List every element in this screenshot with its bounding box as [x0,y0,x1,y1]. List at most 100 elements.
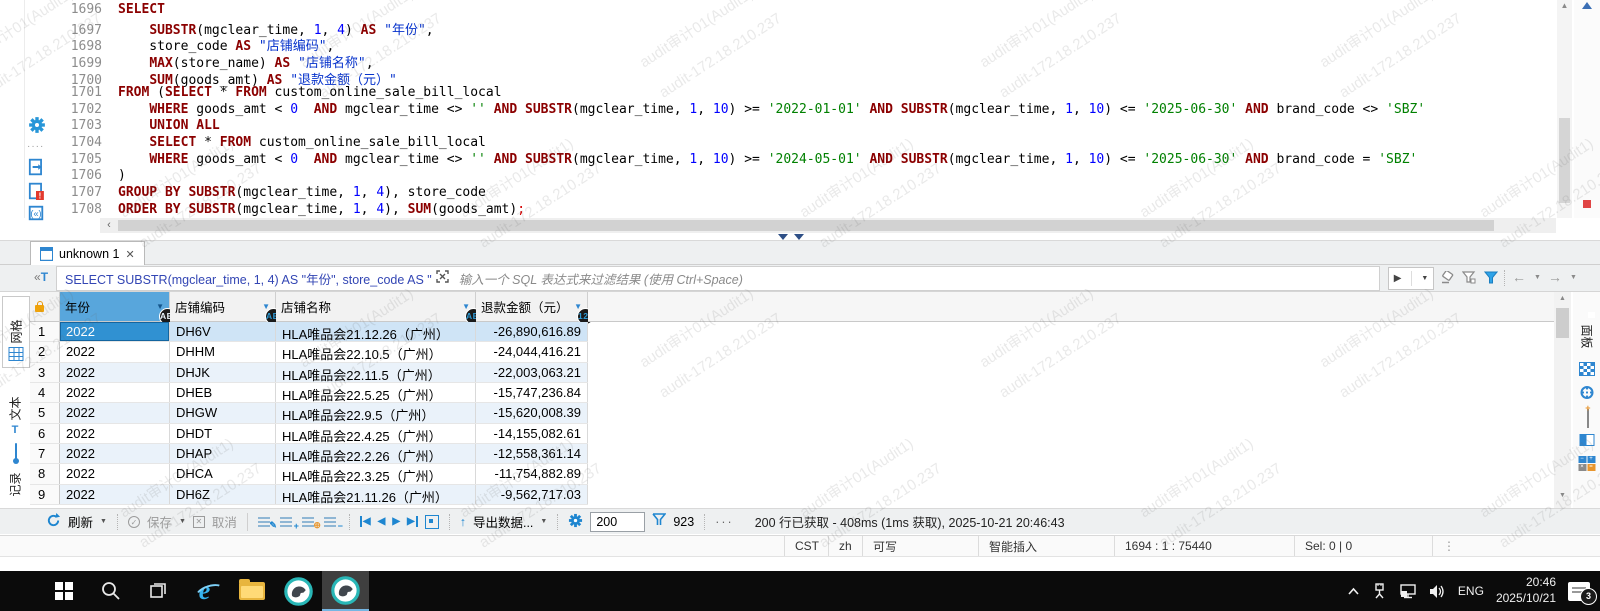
apply-filter-button[interactable]: ▶ ▼ [1388,267,1434,290]
table-cell[interactable]: DHCA [170,464,276,483]
first-row-icon[interactable]: ◀ [360,516,371,527]
erase-filter-icon[interactable] [1440,271,1455,289]
table-row[interactable]: 42022DHEBHLA唯品会22.5.25（广州）-15,747,236.84 [30,383,588,403]
clear-filter-icon[interactable] [1462,271,1477,289]
table-cell[interactable]: HLA唯品会22.5.25（广州） [276,383,476,402]
more-icon[interactable]: ··· [715,515,734,529]
edit-value-icon[interactable]: ✎ [258,516,273,528]
scroll-up-icon[interactable]: ▲ [1554,295,1571,302]
grid-vertical-scrollbar[interactable]: ▲ ▼ [1554,292,1571,508]
table-row[interactable]: 62022DHDTHLA唯品会22.4.25（广州）-14,155,082.61 [30,424,588,444]
export-data-button[interactable]: 导出数据... [473,512,533,531]
code-line[interactable]: 1705 WHERE goods_amt < 0 AND mgclear_tim… [56,152,1425,169]
fetch-size-input[interactable]: 200 [590,512,645,532]
chevron-down-icon[interactable]: ▼ [179,518,186,525]
expand-icon[interactable] [436,270,449,288]
table-cell[interactable]: HLA唯品会21.11.26（广州） [276,485,476,504]
table-cell[interactable]: DHDT [170,424,276,443]
scroll-down-icon[interactable]: ▼ [1554,492,1571,499]
aggregate-icons[interactable]: − + × = [1578,456,1595,471]
value-viewer-icon[interactable] [1579,362,1595,376]
close-icon[interactable]: × [1578,464,1586,471]
column-header-year[interactable]: ABC 年份 ▼ [60,292,170,322]
table-cell[interactable]: DH6V [170,322,276,341]
editor-vertical-scrollbar[interactable]: ▲ [1557,0,1572,218]
metadata-icon[interactable] [1580,386,1593,399]
table-cell[interactable]: HLA唯品会22.4.25（广州） [276,424,476,443]
table-cell[interactable]: HLA唯品会21.12.26（广州） [276,322,476,341]
table-cell[interactable]: 2022 [60,322,170,341]
table-row[interactable]: 12022DH6VHLA唯品会21.12.26（广州）-26,890,616.8… [30,322,588,342]
script-output-icon[interactable] [28,158,46,176]
file-explorer-button[interactable] [228,571,275,611]
editor-horizontal-scrollbar[interactable]: ‹ [100,218,1556,233]
code-line[interactable]: 1707GROUP BY SUBSTR(mgclear_time, 1, 4),… [56,185,1425,202]
table-cell[interactable]: 2022 [60,424,170,443]
fetch-page-icon[interactable] [425,515,439,529]
table-cell[interactable]: -22,003,063.21 [476,363,588,382]
table-row[interactable]: 72022DHAPHLA唯品会22.2.26（广州）-12,558,361.14 [30,444,588,464]
table-cell[interactable]: HLA唯品会22.11.5（广州） [276,363,476,382]
table-cell[interactable]: -24,044,416.21 [476,342,588,361]
start-button[interactable] [40,571,87,611]
table-cell[interactable]: -26,890,616.89 [476,322,588,341]
table-cell[interactable]: HLA唯品会22.10.5（广州） [276,342,476,361]
close-icon[interactable]: ✕ [125,248,134,261]
table-cell[interactable]: DHJK [170,363,276,382]
internet-explorer-button[interactable]: e [181,571,228,611]
editor-results-splitter[interactable] [0,233,1600,240]
table-cell[interactable]: DHAP [170,444,276,463]
taskbar-clock[interactable]: 20:46 2025/10/21 [1496,575,1556,606]
table-row[interactable]: 22022DHHMHLA唯品会22.10.5（广州）-24,044,416.21 [30,342,588,362]
settings-gear-icon[interactable] [568,513,583,531]
row-number[interactable]: 4 [30,383,60,402]
code-line[interactable]: 1699 MAX(store_name) AS "店铺名称", [56,52,1425,69]
table-cell[interactable]: -14,155,082.61 [476,424,588,443]
filter-icon[interactable] [1484,271,1498,289]
table-cell[interactable]: 2022 [60,342,170,361]
play-icon[interactable]: ▶ [1394,273,1402,284]
code-line[interactable]: 1706) [56,168,1425,185]
table-cell[interactable]: DHHM [170,342,276,361]
table-cell[interactable]: -15,620,008.39 [476,403,588,422]
tab-unknown-1[interactable]: unknown 1 ✕ [30,241,145,266]
row-number[interactable]: 9 [30,485,60,504]
table-cell[interactable]: 2022 [60,403,170,422]
table-cell[interactable]: 2022 [60,464,170,483]
table-row[interactable]: 52022DHGWHLA唯品会22.9.5（广州）-15,620,008.39 [30,403,588,423]
timezone-indicator[interactable]: CST [784,536,828,556]
column-header-refund-amount[interactable]: 123 退款金额（元） ▼ [476,292,588,322]
table-cell[interactable]: 2022 [60,363,170,382]
next-row-icon[interactable]: ▶ [392,516,400,527]
table-cell[interactable]: -11,754,882.89 [476,464,588,483]
chevron-down-icon[interactable]: ▼ [100,518,107,525]
writable-indicator[interactable]: 可写 [862,536,978,556]
more-dots-icon[interactable]: ⋮ [1432,536,1460,556]
gear-icon[interactable] [28,116,46,134]
scrollbar-thumb[interactable] [118,220,1494,231]
row-number[interactable]: 1 [30,322,60,341]
refresh-icon[interactable] [46,513,61,531]
code-line[interactable]: 1703 UNION ALL [56,118,1425,135]
row-number[interactable]: 5 [30,403,60,422]
code-line[interactable]: 1704 SELECT * FROM custom_online_sale_bi… [56,135,1425,152]
row-number[interactable]: 3 [30,363,60,382]
scrollbar-thumb[interactable] [1556,308,1569,338]
add-row-icon[interactable]: + [280,516,295,528]
code-line[interactable]: 1696SELECT [56,2,1425,19]
scrollbar-thumb[interactable] [1559,118,1570,203]
code-line[interactable]: 1701FROM (SELECT * FROM custom_online_sa… [56,85,1425,102]
delete-row-icon[interactable]: − [324,516,339,528]
usb-device-icon[interactable] [1372,583,1387,599]
table-cell[interactable]: HLA唯品会22.9.5（广州） [276,403,476,422]
code-line[interactable]: 1708ORDER BY SUBSTR(mgclear_time, 1, 4),… [56,202,1425,219]
view-tab-grid[interactable]: 网格 [2,296,30,368]
table-cell[interactable]: 2022 [60,485,170,504]
duplicate-row-icon[interactable]: ⊕ [302,516,317,528]
last-row-icon[interactable]: ▶ [407,516,418,527]
table-row[interactable]: 82022DHCAHLA唯品会22.3.25（广州）-11,754,882.89 [30,464,588,484]
chevron-down-icon[interactable]: ▼ [1421,275,1428,282]
table-cell[interactable]: -9,562,717.03 [476,485,588,504]
result-grid[interactable]: 12022DH6VHLA唯品会21.12.26（广州）-26,890,616.8… [30,322,588,505]
table-cell[interactable]: HLA唯品会22.3.25（广州） [276,464,476,483]
